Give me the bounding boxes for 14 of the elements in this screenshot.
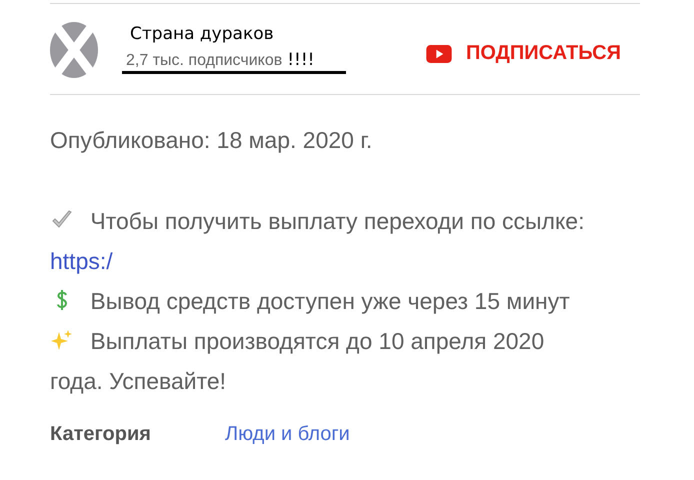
subscribe-button[interactable]: ПОДПИСАТЬСЯ bbox=[426, 42, 621, 65]
category-link[interactable]: Люди и блоги bbox=[224, 419, 350, 480]
description-text: года. Успевайте! bbox=[50, 368, 226, 394]
channel-name[interactable]: Страна дураков bbox=[130, 24, 396, 44]
description-text: Чтобы получить выплату переходи по ссылке: bbox=[90, 208, 584, 234]
description-text: Выплаты производятся до 10 апреля 2020 bbox=[90, 328, 544, 354]
subscriber-count: 2,7 тыс. подписчиков bbox=[126, 52, 282, 70]
category-label: Категория bbox=[50, 422, 151, 447]
description-text: Вывод средств доступен уже через 15 минут bbox=[90, 288, 570, 314]
publish-date: Опубликовано: 18 мар. 2020 г. bbox=[50, 126, 374, 155]
annotation-text: !!!! bbox=[287, 50, 314, 70]
play-icon bbox=[426, 45, 452, 63]
description-link[interactable]: https:/ bbox=[50, 248, 113, 274]
sparkles-icon bbox=[50, 328, 74, 352]
